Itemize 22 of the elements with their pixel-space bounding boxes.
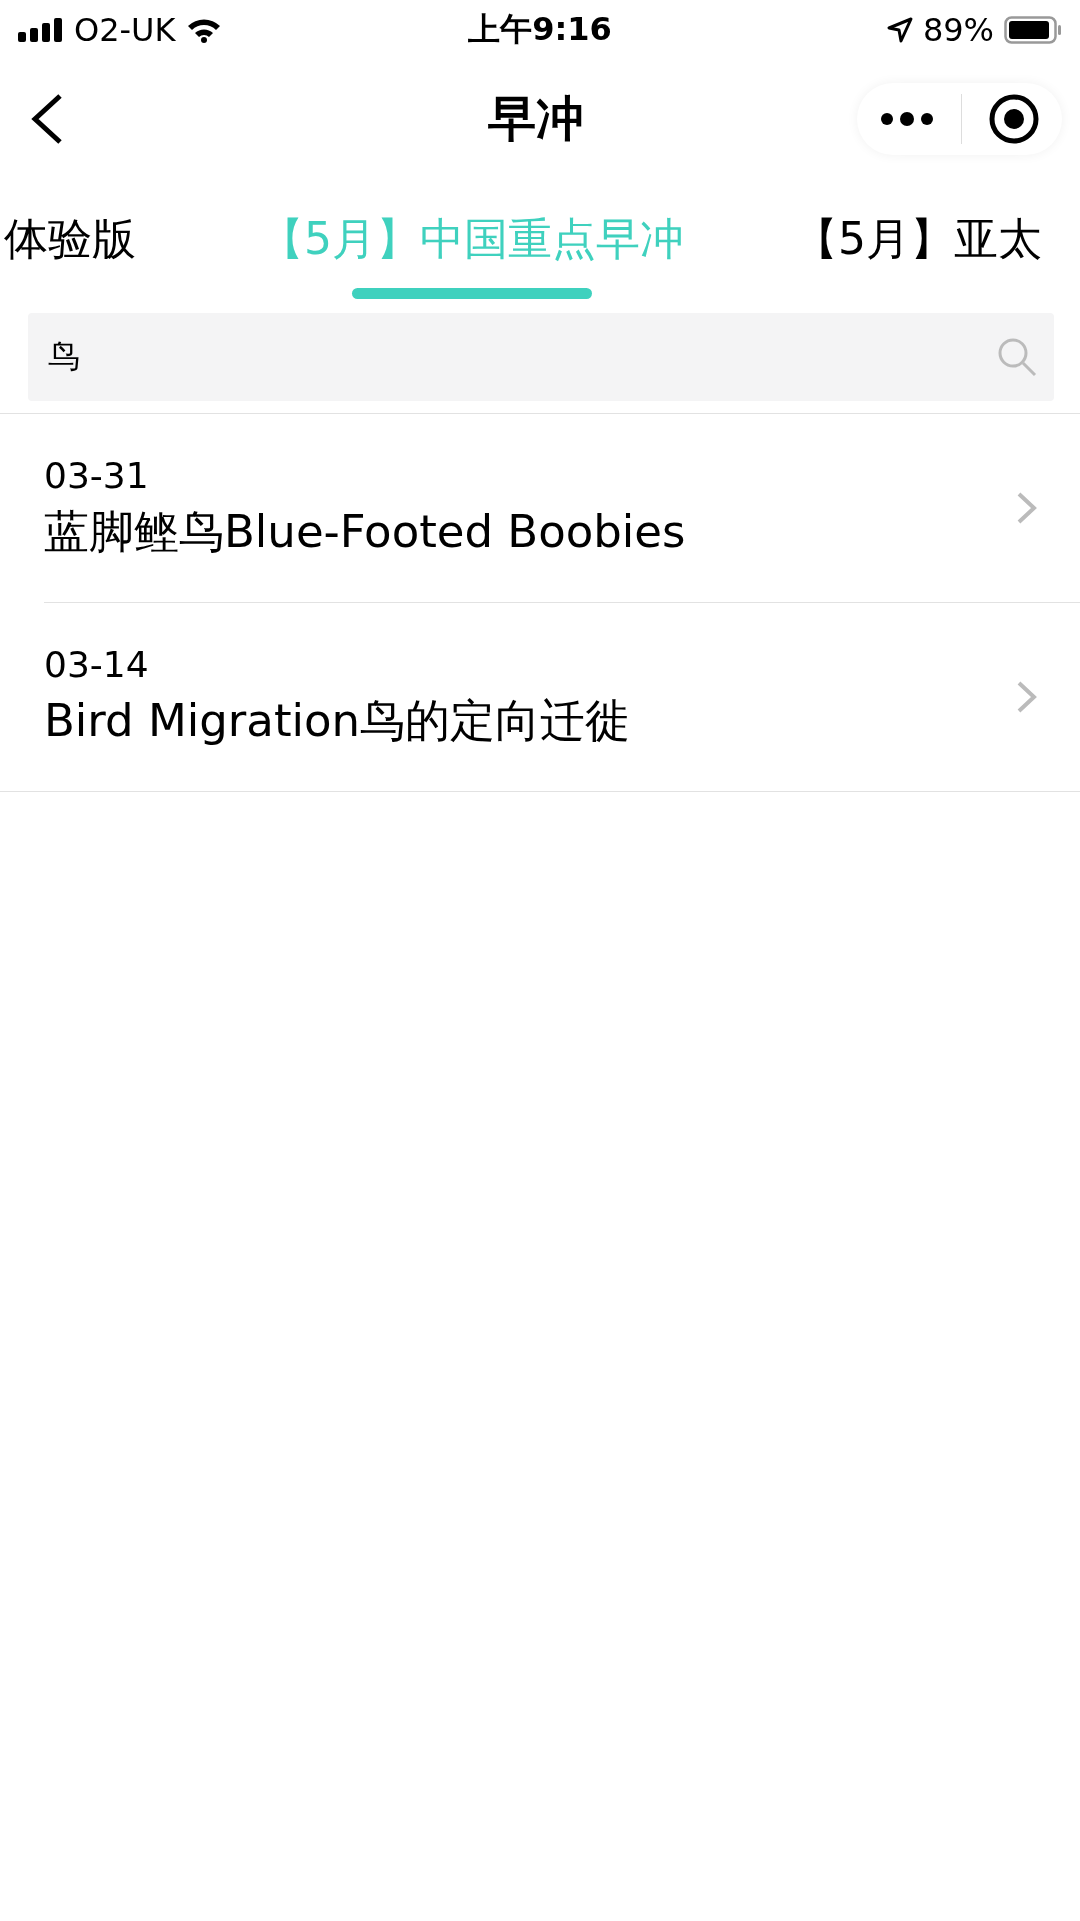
result-item[interactable]: 03-31 蓝脚鲣鸟Blue-Footed Boobies (44, 414, 1080, 603)
location-arrow-icon (886, 17, 913, 43)
search-input[interactable]: 鸟 (46, 337, 650, 377)
result-date: 03-14 (44, 643, 150, 685)
result-title: Bird Migration鸟的定向迁徙 (44, 692, 631, 749)
close-circle-icon[interactable] (988, 93, 1040, 145)
signal-icon (18, 18, 64, 42)
chevron-icon (1016, 680, 1038, 714)
carrier-name: O2-UK (74, 11, 176, 49)
category-tab[interactable]: 体验版 (4, 210, 136, 299)
more-icon[interactable] (879, 111, 935, 127)
result-date: 03-31 (44, 454, 150, 496)
page-title: 早冲 (487, 89, 584, 148)
back-icon[interactable] (30, 93, 64, 145)
search-field[interactable]: 鸟 (28, 313, 1054, 401)
result-title: 蓝脚鲣鸟Blue-Footed Boobies (44, 503, 686, 560)
category-tab[interactable]: 【5月】亚太 (794, 210, 1042, 299)
battery-icon (1004, 16, 1062, 44)
chevron-icon (1016, 491, 1038, 525)
battery-percent: 89% (922, 11, 994, 49)
result-item[interactable]: 03-14 Bird Migration鸟的定向迁徙 (0, 603, 1080, 792)
status-time: 上午9:16 (468, 9, 612, 50)
